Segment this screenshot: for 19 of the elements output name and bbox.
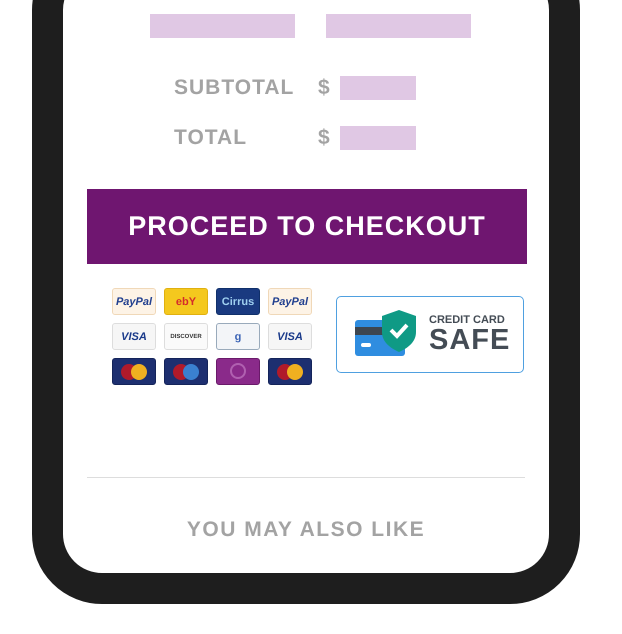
currency-sign: $ <box>318 126 331 150</box>
payment-card-logo <box>112 358 156 385</box>
payment-card-logo: PayPal <box>112 288 156 315</box>
payment-card-logo: PayPal <box>268 288 312 315</box>
payment-card-logo: ebY <box>164 288 208 315</box>
checkout-button[interactable]: PROCEED TO CHECKOUT <box>87 189 527 264</box>
payment-card-logo: VISA <box>268 323 312 350</box>
badge-caption: CREDIT CARD <box>429 314 506 326</box>
payment-card-logo <box>164 358 208 385</box>
payment-card-logo: g <box>216 323 260 350</box>
payment-card-logo <box>268 358 312 385</box>
payment-card-logo: VISA <box>112 323 156 350</box>
badge-title: SAFE <box>429 326 510 355</box>
section-heading: YOU MAY ALSO LIKE <box>186 518 426 542</box>
payment-card-logo <box>216 358 260 385</box>
summary-label: TOTAL <box>174 126 248 150</box>
payment-card-logo: Cirrus <box>216 288 260 315</box>
currency-sign: $ <box>318 76 331 100</box>
summary-label: SUBTOTAL <box>174 76 296 100</box>
